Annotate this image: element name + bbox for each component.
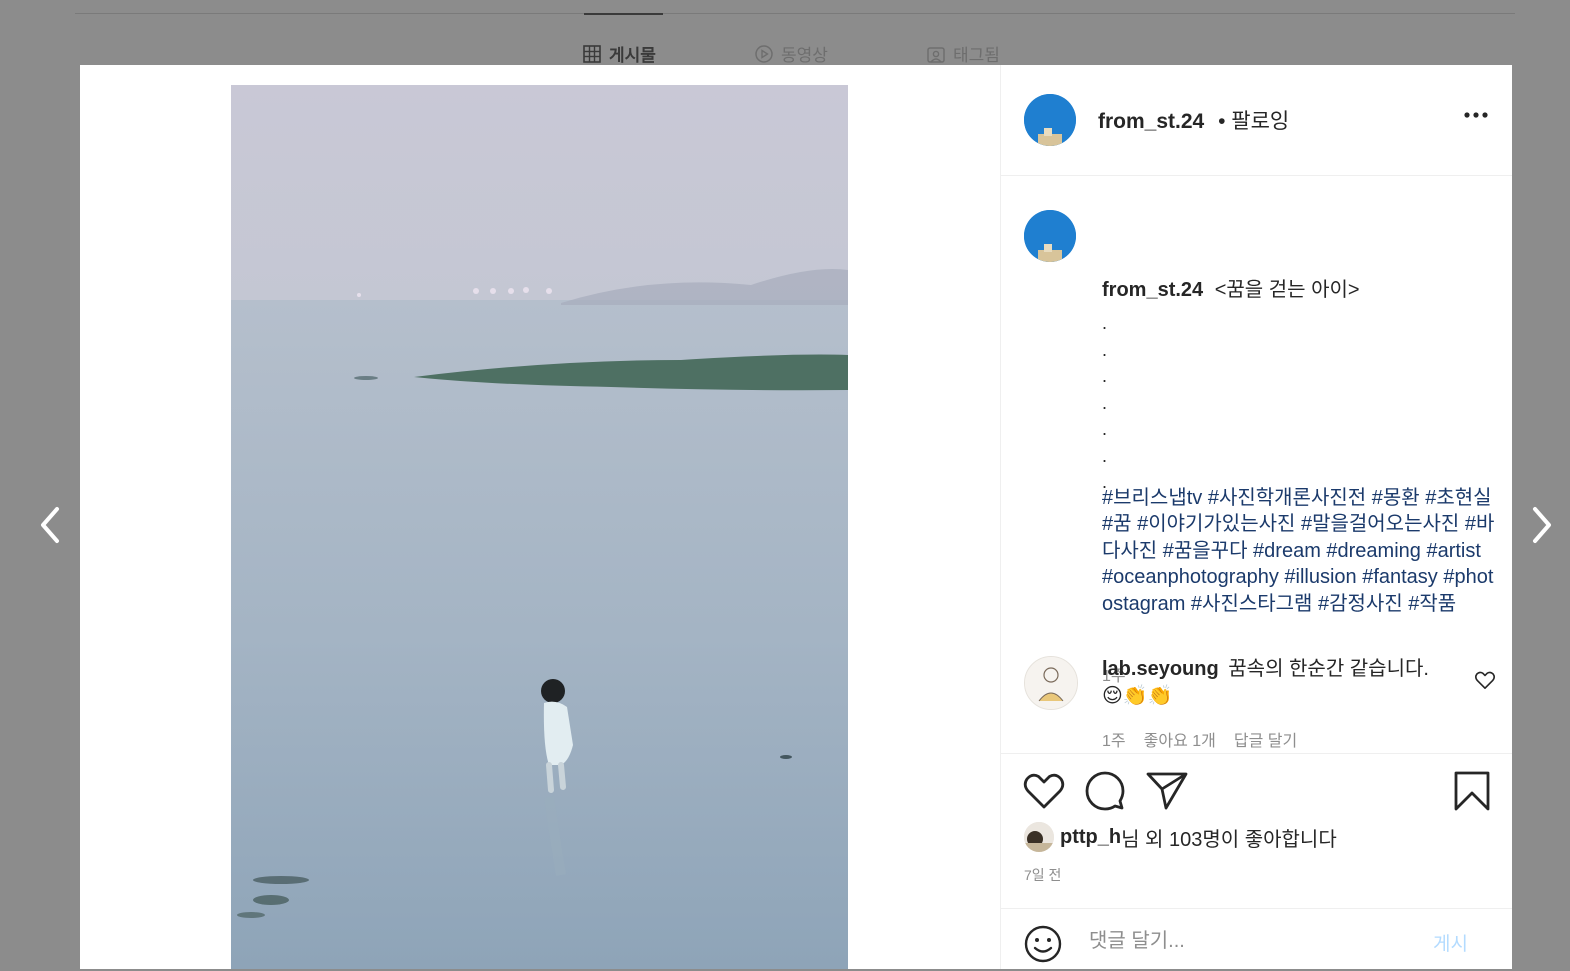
caption-username[interactable]: from_st.24 xyxy=(1102,279,1203,301)
media-pane xyxy=(80,65,1000,969)
caption-hashtags[interactable]: #브리스냅tv #사진학개론사진전 #몽환 #초현실 #꿈 #이야기가있는사진 … xyxy=(1102,485,1497,617)
post-photo[interactable] xyxy=(231,85,848,969)
caption-dot: . xyxy=(1102,445,1108,466)
post-header: from_st.24 • 팔로잉 xyxy=(1001,65,1512,176)
comment-item: lab.seyoung 꿈속의 한순간 같습니다. 😌👏👏 1주 좋아요 1개 … xyxy=(1001,648,1512,758)
commenter-avatar[interactable] xyxy=(1024,656,1078,710)
comment-time[interactable]: 1주 xyxy=(1102,727,1126,751)
comment-bubble-icon[interactable] xyxy=(1085,771,1125,811)
caption-dot: . xyxy=(1102,392,1108,413)
caption-title: <꿈을 걷는 아이> xyxy=(1214,279,1360,301)
like-heart-icon[interactable] xyxy=(1023,772,1065,810)
caption-text: from_st.24 <꿈을 걷는 아이> xyxy=(1102,277,1497,303)
author-avatar[interactable] xyxy=(1024,94,1076,146)
previous-post-arrow-icon[interactable] xyxy=(35,505,65,545)
share-send-icon[interactable] xyxy=(1146,771,1188,811)
liker-username[interactable]: pttp_h xyxy=(1060,826,1121,849)
tab-tagged[interactable]: 태그됨 xyxy=(927,41,1000,66)
post-sidebar: from_st.24 • 팔로잉 from_st.24 <꿈을 걷는 아이> .… xyxy=(1000,65,1512,969)
avatar-image xyxy=(1024,210,1076,262)
emoji-smiley-icon[interactable] xyxy=(1024,925,1062,963)
comment-body: 꿈속의 한순간 같습니다. xyxy=(1228,658,1429,680)
avatar-image xyxy=(1024,94,1076,146)
more-options-icon[interactable] xyxy=(1464,111,1488,119)
caption-dot: . xyxy=(1102,339,1108,360)
caption-dots: . . . . . . . xyxy=(1102,310,1122,496)
play-icon xyxy=(755,44,773,63)
comment-likes[interactable]: 좋아요 1개 xyxy=(1144,727,1216,751)
caption-dot: . xyxy=(1102,419,1108,439)
grid-icon xyxy=(583,44,601,63)
tab-tagged-label: 태그됨 xyxy=(953,46,1000,65)
avatar-image xyxy=(1025,657,1077,709)
post-date[interactable]: 7일 전 xyxy=(1024,865,1061,885)
likes-count-text[interactable]: 님 외 103명이 좋아합니다 xyxy=(1121,823,1337,852)
tab-videos-label: 동영상 xyxy=(781,46,828,65)
comment-username[interactable]: lab.seyoung xyxy=(1102,658,1219,680)
author-username[interactable]: from_st.24 xyxy=(1098,110,1204,133)
tab-posts[interactable]: 게시물 xyxy=(583,41,656,66)
tag-icon xyxy=(927,46,945,63)
next-post-arrow-icon[interactable] xyxy=(1527,505,1557,545)
caption-dot: . xyxy=(1102,366,1108,386)
author-line: from_st.24 • 팔로잉 xyxy=(1098,105,1289,135)
add-comment-bar: 게시 xyxy=(1001,908,1512,971)
comment-text: lab.seyoung 꿈속의 한순간 같습니다. 😌👏👏 xyxy=(1102,656,1452,710)
comment-emoji: 😌👏👏 xyxy=(1102,685,1173,707)
avatar-image xyxy=(1024,822,1054,852)
post-comment-button[interactable]: 게시 xyxy=(1433,929,1468,956)
post-actions: pttp_h님 외 103명이 좋아합니다 7일 전 게시 xyxy=(1001,753,1512,970)
likes-summary: pttp_h 님 외 103명이 좋아합니다 xyxy=(1024,822,1337,852)
save-bookmark-icon[interactable] xyxy=(1453,771,1491,811)
follow-status[interactable]: • 팔로잉 xyxy=(1218,110,1289,133)
active-tab-indicator xyxy=(584,13,663,15)
comment-like-heart-icon[interactable] xyxy=(1474,670,1496,690)
comment-meta: 1주 좋아요 1개 답글 달기 xyxy=(1102,727,1297,751)
tab-videos[interactable]: 동영상 xyxy=(755,41,828,66)
profile-divider xyxy=(75,13,1515,14)
profile-tabs: 게시물 동영상 태그됨 xyxy=(0,41,1570,65)
post-modal: from_st.24 • 팔로잉 from_st.24 <꿈을 걷는 아이> .… xyxy=(80,65,1512,969)
caption-dot: . xyxy=(1102,313,1108,333)
caption-author-avatar[interactable] xyxy=(1024,210,1076,262)
tab-posts-label: 게시물 xyxy=(609,46,656,65)
comment-reply-button[interactable]: 답글 달기 xyxy=(1234,727,1297,751)
liker-avatar[interactable] xyxy=(1024,822,1054,852)
comment-input[interactable] xyxy=(1087,923,1431,959)
